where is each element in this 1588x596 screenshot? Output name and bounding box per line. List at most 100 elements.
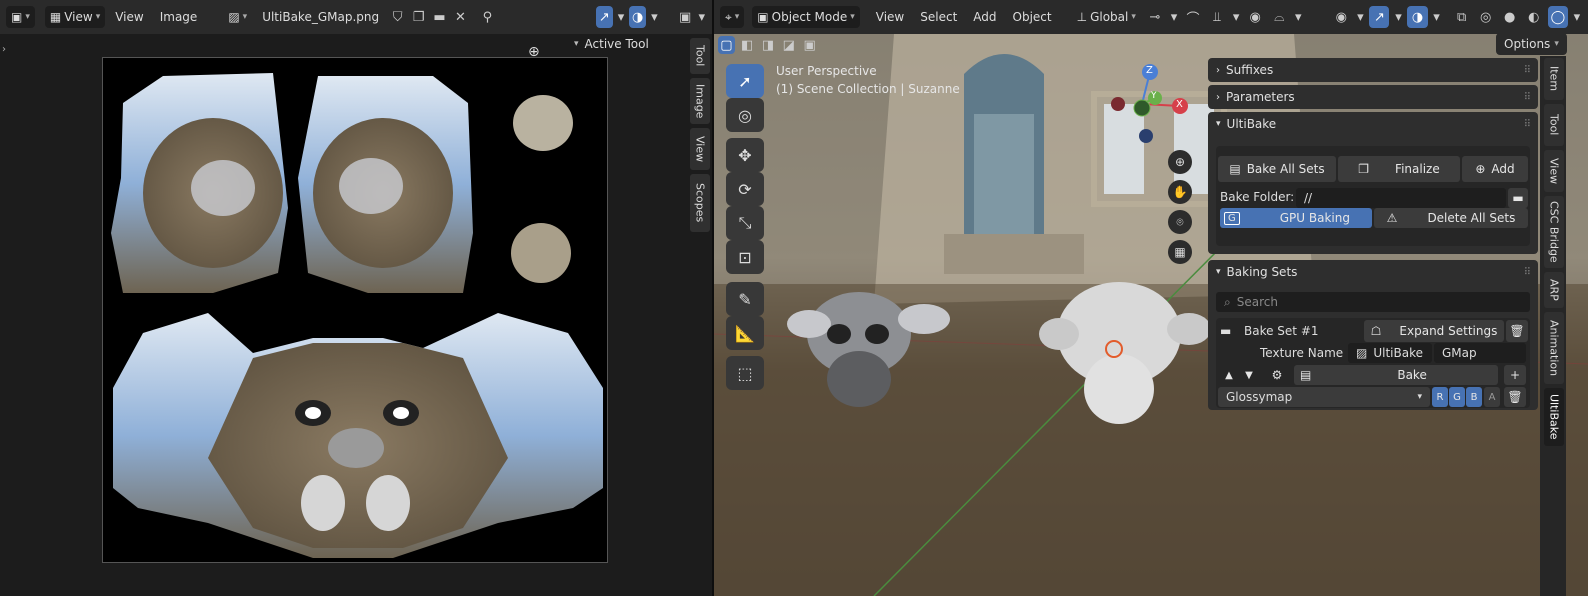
chevron-down-icon[interactable]: ▾ [1432,6,1442,28]
measure-tool-icon[interactable]: 📐 [726,316,764,350]
channel-b-toggle[interactable]: B [1466,387,1482,407]
wireframe-shading-icon[interactable]: ◎ [1476,6,1496,28]
texture-prefix-field[interactable]: ▨ UltiBake [1348,343,1432,363]
add-map-icon[interactable]: + [1504,365,1526,385]
move-tool-icon[interactable]: ✥ [726,138,764,172]
falloff-icon[interactable]: ⌓ [1269,6,1289,28]
move-down-icon[interactable]: ▼ [1240,365,1258,385]
tab-image-image[interactable]: Image [690,78,710,124]
snap-target-icon[interactable]: ⫫ [1207,6,1227,28]
add-cube-tool-icon[interactable]: ⬚ [726,356,764,390]
rendered-shading-icon[interactable]: ◯ [1547,6,1568,28]
image-name-field[interactable]: UltiBake_GMap.png [256,10,385,24]
tab-csc-bridge[interactable]: CSC Bridge [1544,196,1564,268]
cursor-tool-icon[interactable]: ◎ [726,98,764,132]
toolbar-expand-arrow[interactable]: › [2,44,6,55]
select-box-tool-icon[interactable]: ➚ [726,64,764,98]
chevron-down-icon[interactable]: ▾ [1572,6,1582,28]
tab-arp[interactable]: ARP [1544,272,1564,308]
scale-tool-icon[interactable]: ⤡ [726,206,764,240]
rotate-tool-icon[interactable]: ⟳ [726,172,764,206]
gizmo-toggle-icon[interactable]: ↗ [1369,6,1390,28]
select-new-icon[interactable]: ▢ [718,36,735,54]
visibility-eye-icon[interactable]: ◉ [1331,6,1351,28]
tab-ultibake[interactable]: UltiBake [1544,388,1564,446]
expand-settings-button[interactable]: ☖ Expand Settings [1364,320,1504,342]
image-browse-dropdown[interactable]: ▨ ▾ [223,6,252,28]
tab-tool[interactable]: Tool [1544,104,1564,146]
select-extend-icon[interactable]: ◧ [739,36,756,54]
chevron-down-icon[interactable]: ▾ [698,6,706,28]
trash-icon[interactable]: 🗑 [1506,320,1528,342]
display-channels-icon[interactable]: ▣ [677,6,694,28]
grid-perspective-icon[interactable]: ▦ [1168,240,1192,264]
solid-shading-icon[interactable]: ● [1500,6,1520,28]
bake-all-sets-button[interactable]: ▤ Bake All Sets [1218,156,1336,182]
editor-type-dropdown[interactable]: ▣ ▾ [6,6,35,28]
folder-browse-icon[interactable]: ▬ [1508,188,1528,208]
tab-item[interactable]: Item [1544,58,1564,100]
annotate-tool-icon[interactable]: ✎ [726,282,764,316]
menu-image[interactable]: Image [154,6,204,28]
channel-a-toggle[interactable]: A [1484,387,1500,407]
menu-view[interactable]: View [109,6,149,28]
suffixes-panel[interactable]: › Suffixes ⠿ [1208,58,1538,82]
parameters-panel[interactable]: › Parameters ⠿ [1208,85,1538,109]
chevron-down-icon[interactable]: ▾ [1393,6,1403,28]
tab-animation[interactable]: Animation [1544,312,1564,384]
chevron-down-icon[interactable]: ▾ [617,6,625,28]
camera-icon[interactable]: ⌾ [1168,210,1192,234]
snap-icon[interactable]: ⌒ [1183,6,1203,28]
chevron-down-icon[interactable]: ▾ [650,6,658,28]
close-icon[interactable]: ✕ [452,6,469,28]
baking-sets-header[interactable]: ▾ Baking Sets ⠿ [1208,260,1538,284]
bake-settings-icon[interactable]: ⚙ [1266,365,1288,385]
fake-user-shield-icon[interactable]: ⛉ [389,6,406,28]
bake-folder-field[interactable]: // [1296,188,1506,208]
map-type-dropdown[interactable]: Glossymap ▾ [1218,387,1430,407]
menu-object[interactable]: Object [1007,6,1058,28]
material-shading-icon[interactable]: ◐ [1524,6,1544,28]
delete-all-sets-button[interactable]: ⚠ Delete All Sets [1374,208,1528,228]
xray-icon[interactable]: ⧉ [1452,6,1472,28]
trash-icon[interactable]: 🗑 [1504,387,1526,407]
pin-icon[interactable]: ⚲ [479,6,496,28]
proportional-edit-icon[interactable]: ◉ [1245,6,1265,28]
chevron-down-icon[interactable]: ▾ [1355,6,1365,28]
texture-suffix-field[interactable]: GMap [1434,343,1526,363]
bake-button[interactable]: ▤ Bake [1294,365,1498,385]
pan-hand-icon[interactable]: ✋ [1168,180,1192,204]
menu-view[interactable]: View [870,6,910,28]
chevron-down-icon[interactable]: ▾ [1231,6,1241,28]
finalize-button[interactable]: ❐ Finalize [1338,156,1460,182]
chevron-down-icon[interactable]: ▾ [1169,6,1179,28]
pivot-icon[interactable]: ⊸ [1145,6,1165,28]
mode-dropdown[interactable]: ▣ Object Mode ▾ [752,6,860,28]
transform-orientation-dropdown[interactable]: ⊥ Global ▾ [1072,6,1141,28]
drag-grip-icon[interactable]: ⠿ [1524,119,1531,130]
select-subtract-icon[interactable]: ◨ [760,36,777,54]
navigation-gizmo[interactable]: Z X Y [1108,62,1198,148]
gpu-baking-toggle[interactable]: G GPU Baking [1220,208,1372,228]
active-tool-header[interactable]: ▾ Active Tool [574,37,649,51]
baked-image-canvas[interactable] [102,57,608,563]
options-dropdown[interactable]: Options ▾ [1496,33,1567,55]
gizmo-toggle-icon[interactable]: ↗ [595,6,613,28]
channel-r-toggle[interactable]: R [1432,387,1448,407]
open-folder-icon[interactable]: ▬ [431,6,448,28]
bake-set-name[interactable]: Bake Set #1 [1244,324,1319,338]
zoom-icon[interactable]: ⊕ [1168,150,1192,174]
search-input[interactable]: ⌕ Search [1216,292,1530,312]
select-intersect-icon[interactable]: ▣ [801,36,818,54]
transform-tool-icon[interactable]: ⊡ [726,240,764,274]
drag-grip-icon[interactable]: ⠿ [1524,92,1531,103]
tab-image-tool[interactable]: Tool [690,38,710,74]
chevron-down-icon[interactable]: ▾ [1293,6,1303,28]
overlay-toggle-icon[interactable]: ◑ [629,6,647,28]
view-mode-dropdown[interactable]: ▦ View ▾ [44,6,106,28]
overlay-toggle-icon[interactable]: ◑ [1407,6,1428,28]
add-set-button[interactable]: ⊕ Add [1462,156,1528,182]
menu-add[interactable]: Add [967,6,1002,28]
duplicate-icon[interactable]: ❐ [410,6,427,28]
move-up-icon[interactable]: ▲ [1220,365,1238,385]
